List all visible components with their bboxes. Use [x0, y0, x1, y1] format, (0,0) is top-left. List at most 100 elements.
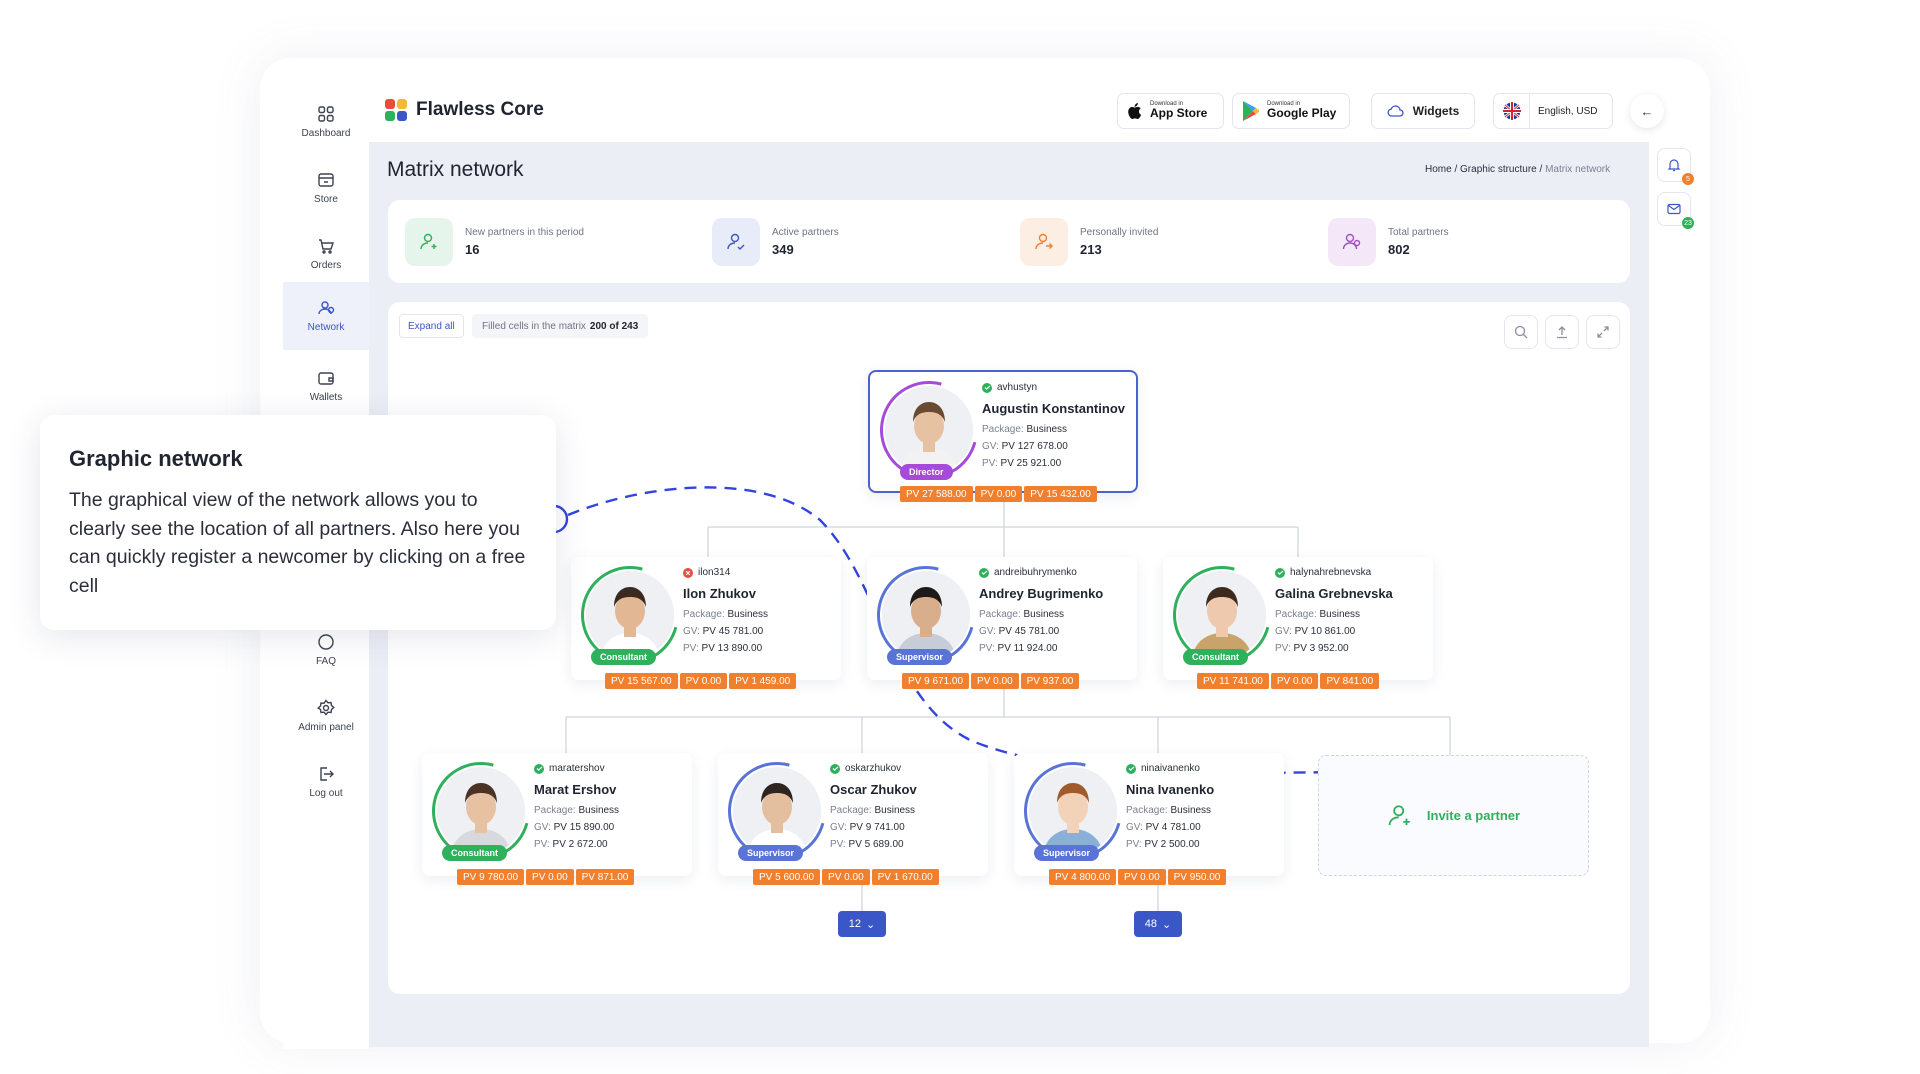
pv-value: PV 11 741.00	[1197, 673, 1269, 689]
partner-pv: PV: PV 3 952.00	[1275, 643, 1349, 654]
check-icon	[534, 763, 544, 774]
pv-bar: PV 5 600.00 PV 0.00 PV 1 670.00	[753, 869, 939, 885]
username-text: avhustyn	[997, 382, 1038, 393]
partner-card[interactable]: Consultant maratershov Marat Ershov Package…	[414, 744, 692, 878]
partner-name: Augustin Konstantinov	[982, 401, 1125, 416]
pv-value: PV 1 670.00	[871, 869, 939, 885]
callout-text: The graphical view of the network allows…	[69, 489, 526, 597]
expand-children-button[interactable]: 12 ⌄	[838, 911, 886, 937]
partner-card[interactable]: Consultant ilon314 Ilon Zhukov Package: Bus…	[563, 548, 841, 682]
partner-package: Package: Business	[979, 609, 1065, 620]
pv-bar: PV 15 567.00 PV 0.00 PV 1 459.00	[605, 673, 797, 689]
pv-value: PV 950.00	[1167, 869, 1227, 885]
partner-card[interactable]: Supervisor andreibuhrymenko Andrey Bugrime…	[859, 548, 1137, 682]
invite-partner-label: Invite a partner	[1426, 808, 1521, 823]
partner-package: Package: Business	[683, 609, 769, 620]
username-text: halynahrebnevska	[1290, 567, 1372, 578]
pv-value: PV 1 459.00	[729, 673, 797, 689]
avatar	[882, 571, 970, 659]
avatar	[586, 571, 674, 659]
avatar	[885, 386, 973, 474]
pv-bar: PV 9 671.00 PV 0.00 PV 937.00	[902, 673, 1080, 689]
check-icon	[982, 382, 992, 393]
check-icon	[1275, 567, 1285, 578]
partner-username: oskarzhukov	[830, 763, 901, 774]
partner-gv: GV: PV 45 781.00	[683, 626, 764, 637]
partner-pv: PV: PV 5 689.00	[830, 839, 904, 850]
pv-value: PV 0.00	[679, 673, 728, 689]
partner-name: Oscar Zhukov	[830, 782, 917, 797]
partner-name: Marat Ershov	[534, 782, 617, 797]
person-photo-icon	[885, 386, 973, 474]
expand-children-button[interactable]: 48 ⌄	[1134, 911, 1182, 937]
partner-username: avhustyn	[982, 382, 1037, 393]
partner-username: maratershov	[534, 763, 605, 774]
partner-card[interactable]: Director avhustyn Augustin Konstantinov Pac…	[862, 363, 1138, 497]
chevron-down-icon: ⌄	[866, 918, 876, 931]
partner-gv: GV: PV 127 678.00	[982, 441, 1068, 452]
pv-bar: PV 9 780.00 PV 0.00 PV 871.00	[457, 869, 635, 885]
username-text: oskarzhukov	[845, 763, 902, 774]
partner-name: Ilon Zhukov	[683, 586, 756, 601]
chevron-down-icon: ⌄	[1162, 918, 1172, 931]
pv-value: PV 9 671.00	[902, 673, 970, 689]
avatar	[1029, 767, 1117, 855]
partner-gv: GV: PV 10 861.00	[1275, 626, 1356, 637]
pv-value: PV 0.00	[1118, 869, 1166, 885]
pv-value: PV 0.00	[974, 486, 1023, 502]
partner-package: Package: Business	[830, 805, 916, 816]
partner-username: ilon314	[683, 567, 730, 578]
pv-value: PV 15 567.00	[605, 673, 678, 689]
partner-card[interactable]: Supervisor ninaivanenko Nina Ivanenko Packa…	[1006, 744, 1284, 878]
partner-gv: GV: PV 15 890.00	[534, 822, 615, 833]
partner-gv: GV: PV 4 781.00	[1126, 822, 1201, 833]
partner-gv: GV: PV 9 741.00	[830, 822, 905, 833]
partner-pv: PV: PV 2 672.00	[534, 839, 608, 850]
partner-pv: PV: PV 13 890.00	[683, 643, 763, 654]
partner-username: halynahrebnevska	[1275, 567, 1371, 578]
check-icon	[1126, 763, 1136, 774]
partner-package: Package: Business	[1275, 609, 1361, 620]
rank-badge: Consultant	[1183, 649, 1248, 665]
avatar	[437, 767, 525, 855]
avatar	[1178, 571, 1266, 659]
partner-card[interactable]: Supervisor oskarzhukov Oscar Zhukov Package…	[710, 744, 988, 878]
partner-pv: PV: PV 2 500.00	[1126, 839, 1200, 850]
pv-value: PV 0.00	[822, 869, 870, 885]
rank-badge: Consultant	[442, 845, 507, 861]
partner-name: Galina Grebnevska	[1275, 586, 1393, 601]
username-text: ninaivanenko	[1141, 763, 1200, 774]
pv-value: PV 0.00	[971, 673, 1019, 689]
partner-username: andreibuhrymenko	[979, 567, 1077, 578]
username-text: andreibuhrymenko	[994, 567, 1077, 578]
person-photo-icon	[1029, 767, 1117, 855]
pv-bar: PV 27 588.00 PV 0.00 PV 15 432.00	[900, 486, 1097, 502]
invite-partner-cell[interactable]: Invite a partner	[1318, 755, 1589, 876]
pv-value: PV 0.00	[526, 869, 574, 885]
partner-name: Andrey Bugrimenko	[979, 586, 1104, 601]
pv-value: PV 841.00	[1320, 673, 1380, 689]
pv-bar: PV 4 800.00 PV 0.00 PV 950.00	[1049, 869, 1227, 885]
cross-icon	[683, 567, 693, 578]
pv-value: PV 9 780.00	[457, 869, 525, 885]
pv-value: PV 4 800.00	[1049, 869, 1117, 885]
add-user-icon	[1388, 804, 1410, 825]
callout-title: Graphic network	[69, 446, 243, 471]
rank-badge: Supervisor	[738, 845, 804, 861]
partner-card[interactable]: Consultant halynahrebnevska Galina Grebnev…	[1155, 548, 1433, 682]
partner-gv: GV: PV 45 781.00	[979, 626, 1060, 637]
pv-value: PV 15 432.00	[1024, 486, 1097, 502]
rank-badge: Supervisor	[1034, 845, 1100, 861]
pv-value: PV 27 588.00	[900, 486, 973, 502]
rank-badge: Consultant	[591, 649, 656, 665]
username-text: maratershov	[549, 763, 605, 774]
partner-name: Nina Ivanenko	[1126, 782, 1215, 797]
partner-package: Package: Business	[982, 424, 1068, 435]
children-count: 48	[1144, 918, 1158, 930]
partner-package: Package: Business	[1126, 805, 1212, 816]
partner-package: Package: Business	[534, 805, 620, 816]
avatar	[733, 767, 821, 855]
rank-badge: Supervisor	[887, 649, 953, 665]
partner-pv: PV: PV 11 924.00	[979, 643, 1058, 654]
person-photo-icon	[1178, 571, 1266, 659]
